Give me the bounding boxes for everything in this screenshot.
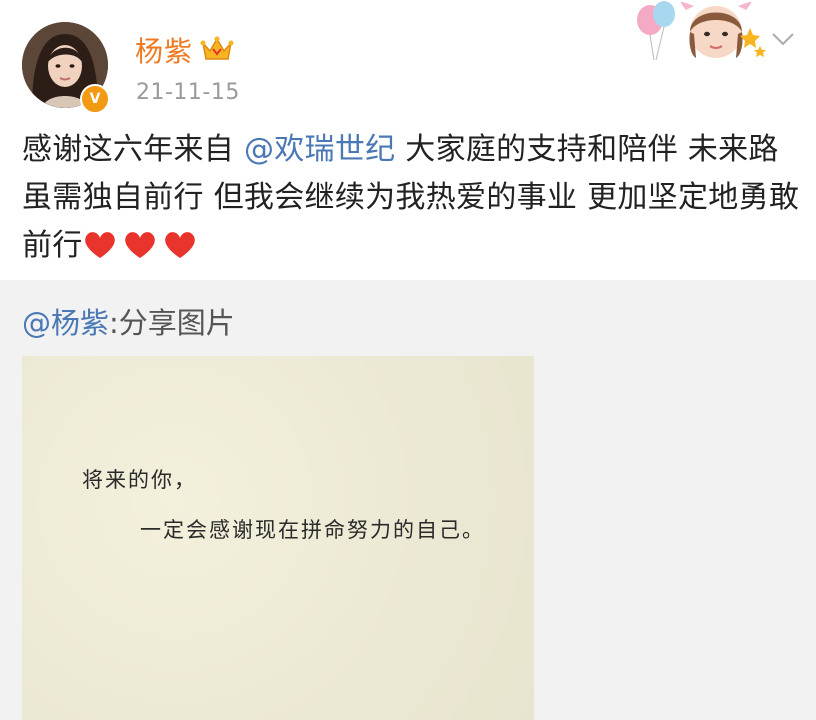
card-decoration-icon <box>637 1 766 61</box>
post-text: 感谢这六年来自 @欢瑞世纪 大家庭的支持和陪伴 未来路 虽需独自前行 但我会继续… <box>22 126 802 270</box>
repost-user-link[interactable]: @杨紫 <box>22 306 109 340</box>
post-date: 21-11-15 <box>136 80 240 105</box>
mention-link[interactable]: @欢瑞世纪 <box>244 132 396 167</box>
repost-card[interactable]: @杨紫:分享图片 将来的你， 一定会感谢现在拼命努力的自己。 <box>0 280 816 720</box>
post-text-part1: 感谢这六年来自 <box>22 132 244 167</box>
username[interactable]: 杨紫 <box>135 30 193 70</box>
repost-text: :分享图片 <box>109 306 235 340</box>
heart-icon <box>164 232 195 258</box>
image-text-line2: 一定会感谢现在拼命努力的自己。 <box>140 518 485 542</box>
chevron-down-icon[interactable] <box>770 30 796 48</box>
verified-badge: V <box>80 84 110 114</box>
repost-line: @杨紫:分享图片 <box>22 300 235 342</box>
shared-image[interactable]: 将来的你， 一定会感谢现在拼命努力的自己。 <box>22 356 534 720</box>
crown-icon <box>200 36 234 60</box>
heart-icon <box>84 232 115 258</box>
heart-icon <box>124 232 155 258</box>
post-header: V 杨紫 21-11-15 <box>0 0 816 120</box>
image-text-line1: 将来的你， <box>82 468 197 492</box>
